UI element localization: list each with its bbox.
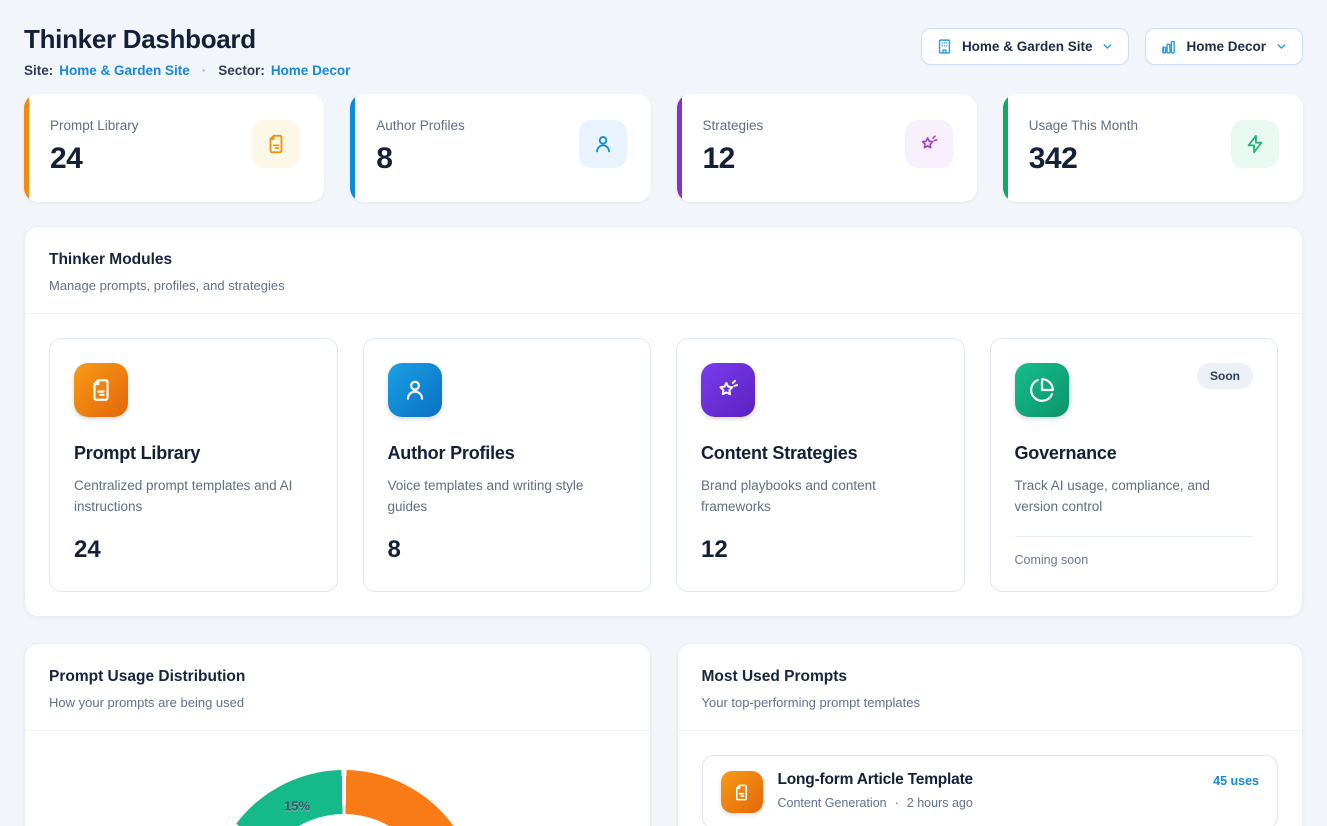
module-description: Centralized prompt templates and AI inst… — [74, 476, 313, 518]
sparkle-star-icon — [701, 363, 755, 417]
modules-title: Thinker Modules — [49, 251, 1278, 269]
module-count: 8 — [388, 536, 627, 564]
module-title: Author Profiles — [388, 443, 627, 464]
breadcrumb: Site: Home & Garden Site · Sector: Home … — [24, 63, 350, 78]
usage-panel-title: Prompt Usage Distribution — [49, 668, 626, 686]
document-icon — [252, 120, 300, 168]
module-description: Voice templates and writing style guides — [388, 476, 627, 518]
divider — [1015, 536, 1254, 537]
sector-dropdown[interactable]: Home Decor — [1145, 28, 1303, 65]
module-card-author-profiles[interactable]: Author Profiles Voice templates and writ… — [363, 338, 652, 592]
module-title: Prompt Library — [74, 443, 313, 464]
prompt-uses-count: 45 uses — [1213, 771, 1259, 788]
document-icon — [74, 363, 128, 417]
stats-row: Prompt Library 24 Author Profiles 8 Stra… — [24, 94, 1303, 202]
prompt-time: 2 hours ago — [907, 796, 973, 810]
module-description: Brand playbooks and content frameworks — [701, 476, 940, 518]
stat-card-usage: Usage This Month 342 — [1003, 94, 1303, 202]
pie-chart-icon — [1015, 363, 1069, 417]
bar-chart-icon — [1160, 38, 1177, 55]
site-link[interactable]: Home & Garden Site — [59, 63, 190, 78]
prompt-list: Long-form Article Template Content Gener… — [678, 731, 1303, 826]
separator-dot: · — [895, 796, 899, 810]
site-dropdown[interactable]: Home & Garden Site — [921, 28, 1130, 65]
prompts-panel-title: Most Used Prompts — [702, 668, 1279, 686]
prompt-item-title: Long-form Article Template — [778, 771, 973, 789]
site-dropdown-label: Home & Garden Site — [962, 39, 1093, 54]
prompt-list-item[interactable]: Long-form Article Template Content Gener… — [702, 755, 1279, 826]
module-title: Governance — [1015, 443, 1254, 464]
modules-subtitle: Manage prompts, profiles, and strategies — [49, 278, 1278, 293]
module-card-content-strategies[interactable]: Content Strategies Brand playbooks and c… — [676, 338, 965, 592]
module-description: Track AI usage, compliance, and version … — [1015, 476, 1254, 518]
sector-label: Sector: — [218, 63, 265, 78]
most-used-prompts-panel: Most Used Prompts Your top-performing pr… — [677, 643, 1304, 826]
user-icon — [388, 363, 442, 417]
prompt-item-texts: Long-form Article Template Content Gener… — [778, 771, 973, 810]
header-titles: Thinker Dashboard Site: Home & Garden Si… — [24, 24, 350, 78]
module-card-prompt-library[interactable]: Prompt Library Centralized prompt templa… — [49, 338, 338, 592]
dashboard-page: Thinker Dashboard Site: Home & Garden Si… — [0, 0, 1327, 826]
module-title: Content Strategies — [701, 443, 940, 464]
document-icon — [721, 771, 763, 813]
separator-dot: · — [202, 63, 207, 78]
prompt-category: Content Generation — [778, 796, 887, 810]
donut-segment-label: 15% — [284, 799, 310, 814]
module-count: 12 — [701, 536, 940, 564]
prompt-item-meta: Content Generation · 2 hours ago — [778, 796, 973, 810]
header-controls: Home & Garden Site Home Decor — [921, 28, 1303, 65]
modules-header: Thinker Modules Manage prompts, profiles… — [25, 227, 1302, 314]
stat-card-strategies: Strategies 12 — [677, 94, 977, 202]
lightning-icon — [1231, 120, 1279, 168]
user-icon — [579, 120, 627, 168]
sparkle-star-icon — [905, 120, 953, 168]
modules-section: Thinker Modules Manage prompts, profiles… — [24, 226, 1303, 617]
module-count: 24 — [74, 536, 313, 564]
module-card-governance[interactable]: Soon Governance Track AI usage, complian… — [990, 338, 1279, 592]
usage-panel-subtitle: How your prompts are being used — [49, 695, 626, 710]
prompts-panel-header: Most Used Prompts Your top-performing pr… — [678, 644, 1303, 731]
soon-badge: Soon — [1197, 363, 1253, 389]
usage-panel-header: Prompt Usage Distribution How your promp… — [25, 644, 650, 731]
modules-grid: Prompt Library Centralized prompt templa… — [25, 314, 1302, 616]
site-label: Site: — [24, 63, 53, 78]
bottom-row: Prompt Usage Distribution How your promp… — [24, 643, 1303, 826]
coming-soon-text: Coming soon — [1015, 553, 1254, 567]
sector-dropdown-label: Home Decor — [1186, 39, 1266, 54]
usage-distribution-panel: Prompt Usage Distribution How your promp… — [24, 643, 651, 826]
chevron-down-icon — [1275, 40, 1288, 53]
stat-card-prompt-library: Prompt Library 24 — [24, 94, 324, 202]
building-icon — [936, 38, 953, 55]
donut-chart-area: 15% — [25, 731, 650, 826]
page-header: Thinker Dashboard Site: Home & Garden Si… — [24, 24, 1303, 78]
donut-chart[interactable]: 15% — [209, 770, 479, 826]
chevron-down-icon — [1101, 40, 1114, 53]
stat-card-author-profiles: Author Profiles 8 — [350, 94, 650, 202]
page-title: Thinker Dashboard — [24, 24, 350, 55]
prompts-panel-subtitle: Your top-performing prompt templates — [702, 695, 1279, 710]
sector-link[interactable]: Home Decor — [271, 63, 351, 78]
